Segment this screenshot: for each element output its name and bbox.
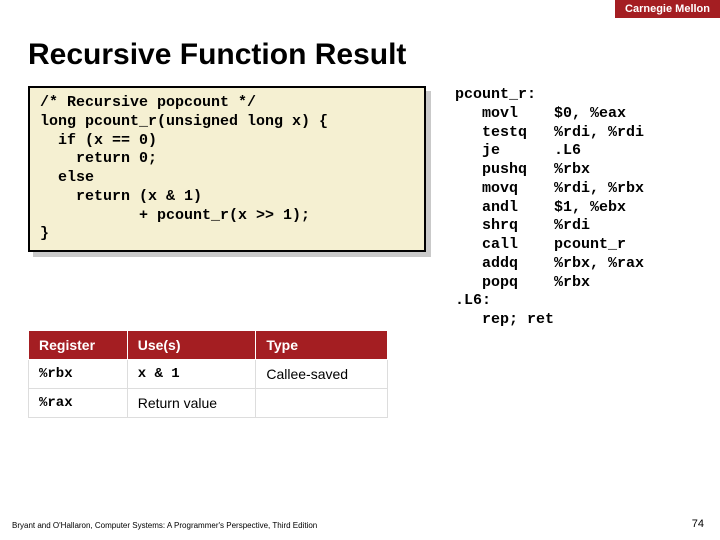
cell-use: Return value: [127, 389, 256, 418]
slide-title: Recursive Function Result: [28, 38, 406, 72]
table-row: %rax Return value: [29, 389, 388, 418]
cell-register: %rbx: [29, 360, 128, 389]
register-table: Register Use(s) Type %rbx x & 1 Callee-s…: [28, 330, 388, 418]
cell-use: x & 1: [127, 360, 256, 389]
c-source-code: /* Recursive popcount */ long pcount_r(u…: [28, 86, 426, 252]
source-code-block: /* Recursive popcount */ long pcount_r(u…: [28, 86, 426, 252]
cell-register: %rax: [29, 389, 128, 418]
page-number: 74: [692, 518, 704, 530]
th-uses: Use(s): [127, 331, 256, 360]
footer-citation: Bryant and O'Hallaron, Computer Systems:…: [12, 521, 317, 530]
org-banner: Carnegie Mellon: [615, 0, 720, 18]
cell-type: [256, 389, 388, 418]
th-type: Type: [256, 331, 388, 360]
assembly-listing: pcount_r: movl $0, %eax testq %rdi, %rdi…: [455, 86, 644, 330]
th-register: Register: [29, 331, 128, 360]
table-row: %rbx x & 1 Callee-saved: [29, 360, 388, 389]
cell-type: Callee-saved: [256, 360, 388, 389]
table-header-row: Register Use(s) Type: [29, 331, 388, 360]
